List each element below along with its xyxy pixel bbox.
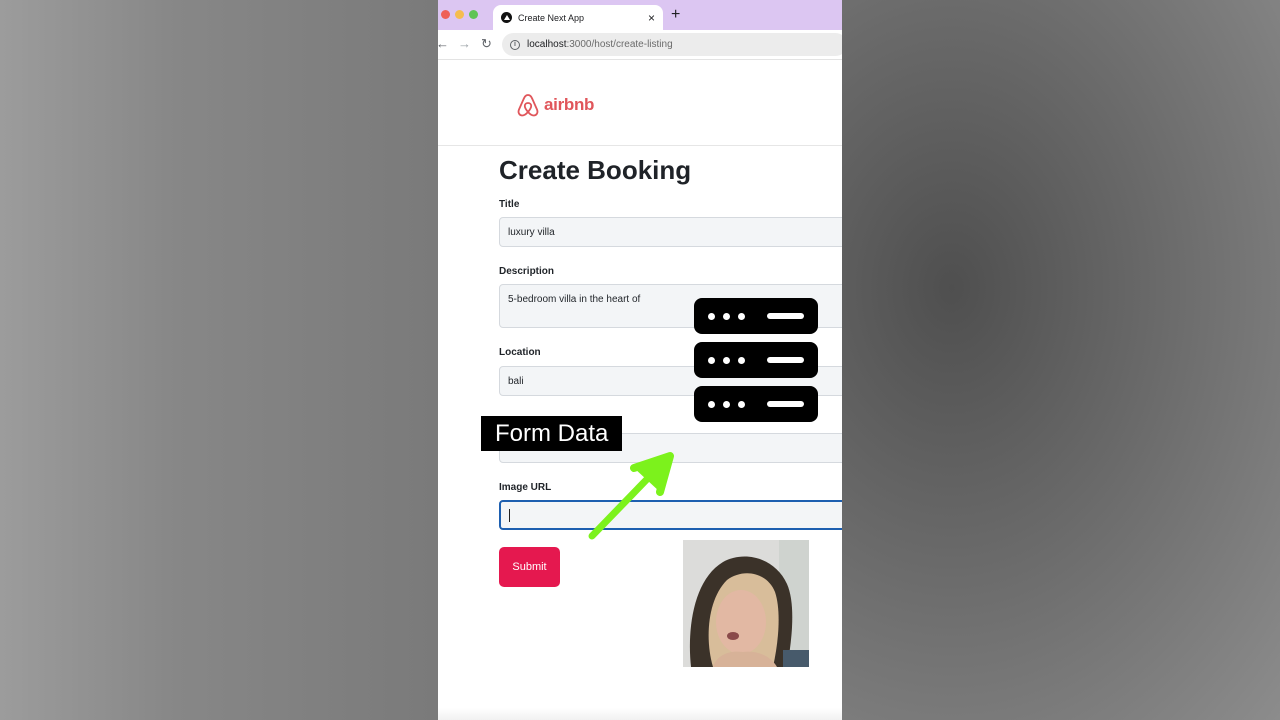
site-info-icon[interactable]: i	[510, 39, 520, 50]
blurred-background-right	[842, 0, 1280, 720]
image-url-label: Image URL	[499, 482, 552, 493]
url-host: localhost	[527, 39, 567, 50]
site-header: airbnb	[438, 60, 842, 146]
presenter-video-icon	[683, 540, 809, 667]
forward-arrow-icon[interactable]: →	[458, 36, 471, 52]
url-field[interactable]: i localhost:3000/host/create-listing	[502, 33, 842, 56]
title-label: Title	[499, 199, 520, 210]
reload-icon[interactable]: ↻	[481, 36, 492, 52]
text-caret	[509, 508, 510, 522]
server-unit	[694, 386, 818, 422]
maximize-window-button[interactable]	[469, 10, 478, 19]
url-text: localhost:3000/host/create-listing	[527, 39, 673, 50]
airbnb-logo[interactable]: airbnb	[516, 92, 594, 118]
green-arrow-icon	[588, 452, 674, 540]
tab-bar: Create Next App × +	[438, 0, 842, 30]
bottom-strip	[438, 708, 842, 720]
location-label: Location	[499, 347, 541, 358]
new-tab-button[interactable]: +	[671, 6, 680, 24]
logo-text: airbnb	[544, 95, 595, 114]
tab-title: Create Next App	[518, 12, 585, 23]
nextjs-favicon-icon	[501, 12, 512, 23]
back-arrow-icon[interactable]: ←	[438, 36, 449, 52]
minimize-window-button[interactable]	[455, 10, 464, 19]
browser-window: Create Next App × + ← → ↻ i localhost:30…	[438, 0, 842, 720]
submit-button[interactable]: Submit	[499, 547, 560, 587]
close-window-button[interactable]	[441, 10, 450, 19]
address-bar: ← → ↻ i localhost:3000/host/create-listi…	[438, 30, 842, 60]
tab-close-icon[interactable]: ×	[648, 12, 655, 24]
form-data-caption: Form Data	[481, 416, 623, 451]
page-title: Create Booking	[499, 155, 692, 185]
url-path: :3000/host/create-listing	[566, 39, 673, 50]
server-unit	[694, 342, 818, 378]
blurred-background-left	[0, 0, 438, 720]
server-unit	[694, 298, 818, 334]
title-input[interactable]: luxury villa	[499, 217, 842, 247]
webcam-overlay	[683, 540, 809, 667]
server-stack-icon	[694, 298, 818, 430]
browser-tab[interactable]: Create Next App ×	[493, 5, 663, 30]
airbnb-belo-icon	[517, 94, 539, 117]
description-label: Description	[499, 266, 555, 277]
